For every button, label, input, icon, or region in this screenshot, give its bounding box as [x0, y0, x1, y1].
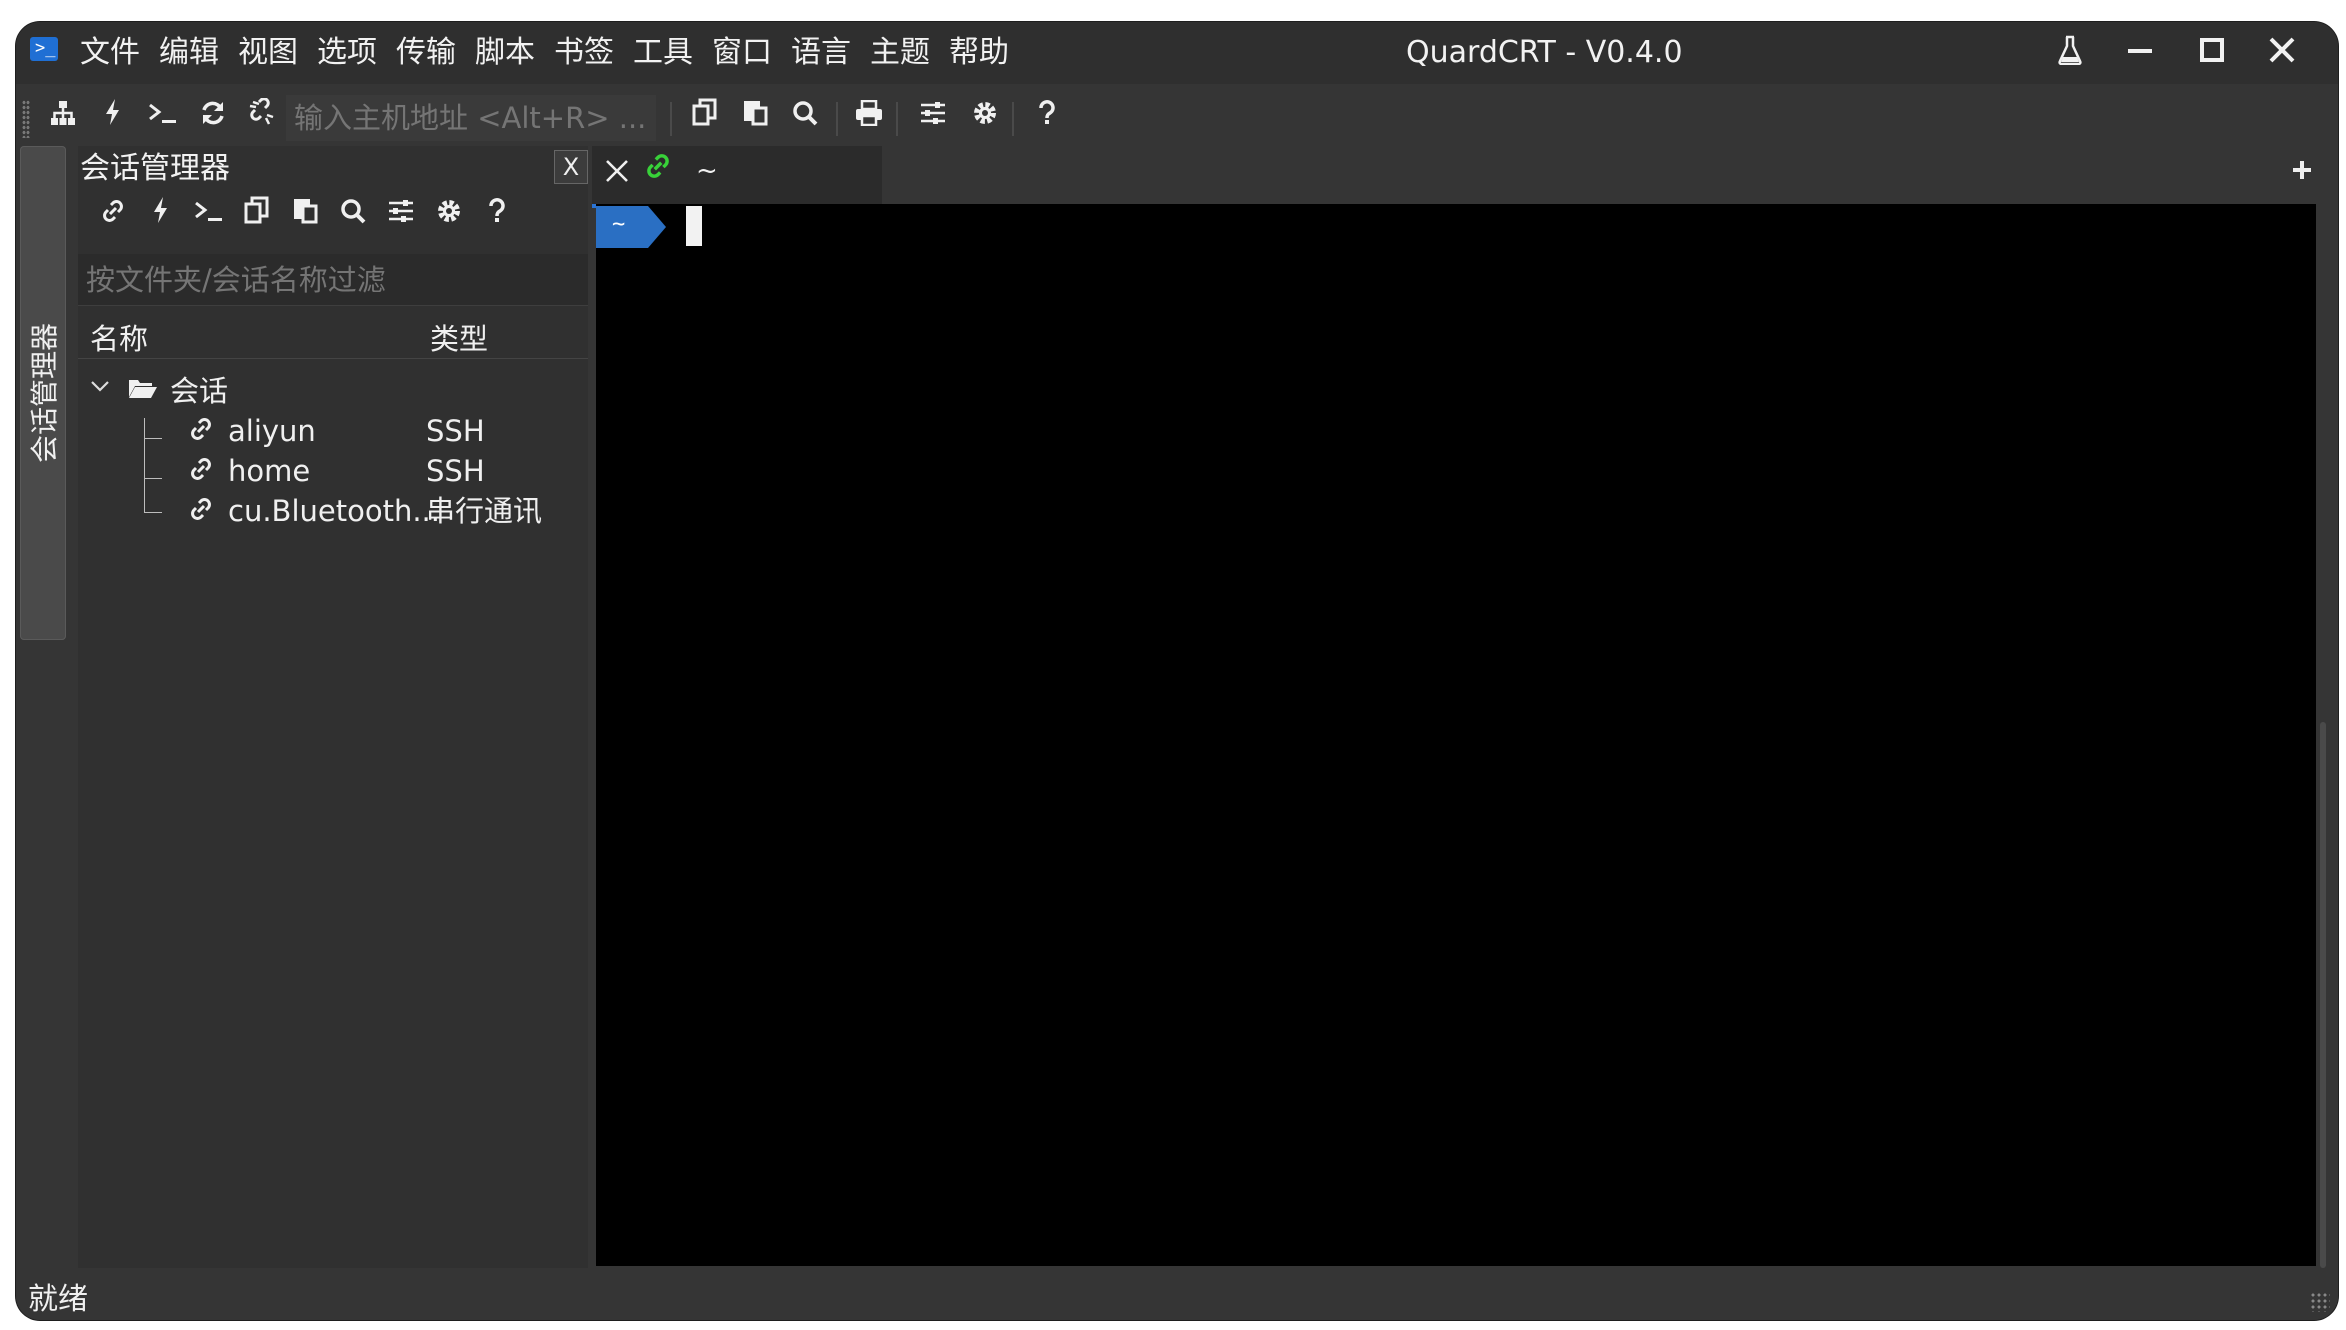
folder-label: 会话	[170, 374, 229, 408]
terminal-icon[interactable]	[140, 96, 186, 140]
add-tab-icon[interactable]	[2290, 154, 2314, 194]
folder-open-icon	[128, 377, 157, 398]
menu-edit[interactable]: 编辑	[159, 30, 219, 76]
menu-tools[interactable]: 工具	[633, 30, 693, 76]
toolbar-separator	[836, 102, 838, 136]
main-toolbar	[16, 84, 2338, 152]
column-header-type[interactable]: 类型	[430, 316, 488, 358]
terminal-view[interactable]: ~	[596, 204, 2316, 1266]
app-logo-icon: >_	[30, 37, 58, 61]
maximize-icon[interactable]	[2190, 32, 2234, 76]
bolt-icon[interactable]	[90, 96, 136, 140]
session-type: 串行通讯	[426, 494, 543, 528]
title-bar: >_ 文件 编辑 视图 选项 传输 脚本 书签 工具 窗口 语言 主题 帮助 Q…	[16, 22, 2338, 84]
session-name: home	[228, 454, 311, 488]
prompt-label: ~	[612, 212, 626, 237]
tab-label: ~	[696, 156, 718, 186]
window-title: QuardCRT - V0.4.0	[1406, 35, 1683, 70]
gear-icon[interactable]	[962, 96, 1008, 140]
session-row[interactable]: cu.Bluetooth... 串行通讯	[78, 492, 588, 532]
panel-title: 会话管理器	[80, 151, 230, 186]
chevron-down-icon[interactable]	[90, 374, 110, 404]
link-icon	[188, 456, 214, 488]
menu-options[interactable]: 选项	[317, 30, 377, 76]
copy-icon[interactable]	[234, 194, 280, 238]
minimize-icon[interactable]	[2118, 32, 2162, 76]
prompt-arrow	[648, 206, 666, 248]
tab-close-icon[interactable]	[604, 154, 630, 194]
search-icon[interactable]	[330, 194, 376, 238]
terminal-cursor	[686, 206, 702, 246]
session-name: aliyun	[228, 414, 316, 448]
paste-icon[interactable]	[282, 194, 328, 238]
menu-script[interactable]: 脚本	[475, 30, 535, 76]
disconnect-icon[interactable]	[240, 96, 286, 140]
menu-help[interactable]: 帮助	[949, 30, 1009, 76]
help-icon[interactable]	[474, 194, 520, 238]
toolbar-separator	[896, 102, 898, 136]
link-icon[interactable]	[90, 194, 136, 238]
toolbar-grip[interactable]	[22, 100, 30, 138]
status-bar: 就绪	[16, 1268, 2338, 1320]
paste-icon[interactable]	[732, 96, 778, 140]
panel-close-button[interactable]: X	[554, 150, 588, 184]
menu-theme[interactable]: 主题	[870, 30, 930, 76]
terminal-tab-bar: ~	[592, 146, 2338, 208]
host-address-input[interactable]	[286, 95, 656, 141]
menu-view[interactable]: 视图	[238, 30, 298, 76]
resize-grip[interactable]	[2310, 1292, 2330, 1312]
session-row[interactable]: home SSH	[78, 452, 588, 492]
search-icon[interactable]	[782, 96, 828, 140]
toolbar-separator	[1012, 102, 1014, 136]
menu-transfer[interactable]: 传输	[396, 30, 456, 76]
dock-tab-label: 会话管理器	[28, 322, 61, 464]
session-type: SSH	[426, 454, 485, 488]
sliders-icon[interactable]	[910, 96, 956, 140]
status-text: 就绪	[28, 1282, 88, 1317]
session-manager-panel: 会话管理器 X 名称 类型	[78, 146, 588, 1276]
link-icon	[188, 416, 214, 448]
print-icon[interactable]	[846, 96, 892, 140]
toolbar-separator	[670, 102, 672, 136]
session-table-header: 名称 类型	[78, 312, 588, 359]
sliders-icon[interactable]	[378, 194, 424, 238]
prompt-segment: ~	[596, 206, 648, 248]
menu-bookmarks[interactable]: 书签	[554, 30, 614, 76]
gear-icon[interactable]	[426, 194, 472, 238]
flask-icon[interactable]	[2048, 32, 2092, 76]
session-name: cu.Bluetooth...	[228, 494, 440, 528]
menu-bar: 文件 编辑 视图 选项 传输 脚本 书签 工具 窗口 语言 主题 帮助	[80, 30, 1028, 76]
connected-link-icon	[644, 152, 672, 187]
tree-folder-row[interactable]: 会话	[78, 372, 588, 412]
column-header-name[interactable]: 名称	[90, 316, 148, 358]
menu-language[interactable]: 语言	[791, 30, 851, 76]
link-icon	[188, 496, 214, 528]
app-window: >_ 文件 编辑 视图 选项 传输 脚本 书签 工具 窗口 语言 主题 帮助 Q…	[16, 22, 2338, 1320]
menu-file[interactable]: 文件	[80, 30, 140, 76]
session-row[interactable]: aliyun SSH	[78, 412, 588, 452]
terminal-scrollbar[interactable]	[2320, 722, 2326, 1268]
terminal-tab[interactable]: ~	[592, 146, 882, 208]
close-icon[interactable]	[2260, 32, 2304, 76]
refresh-icon[interactable]	[190, 96, 236, 140]
sitemap-icon[interactable]	[40, 96, 86, 140]
copy-icon[interactable]	[682, 96, 728, 140]
bolt-icon[interactable]	[138, 194, 184, 238]
session-type: SSH	[426, 414, 485, 448]
help-icon[interactable]	[1024, 96, 1070, 140]
menu-window[interactable]: 窗口	[712, 30, 772, 76]
session-filter-input[interactable]	[78, 254, 588, 306]
session-manager-dock-tab[interactable]: 会话管理器	[20, 146, 66, 640]
terminal-icon[interactable]	[186, 194, 232, 238]
